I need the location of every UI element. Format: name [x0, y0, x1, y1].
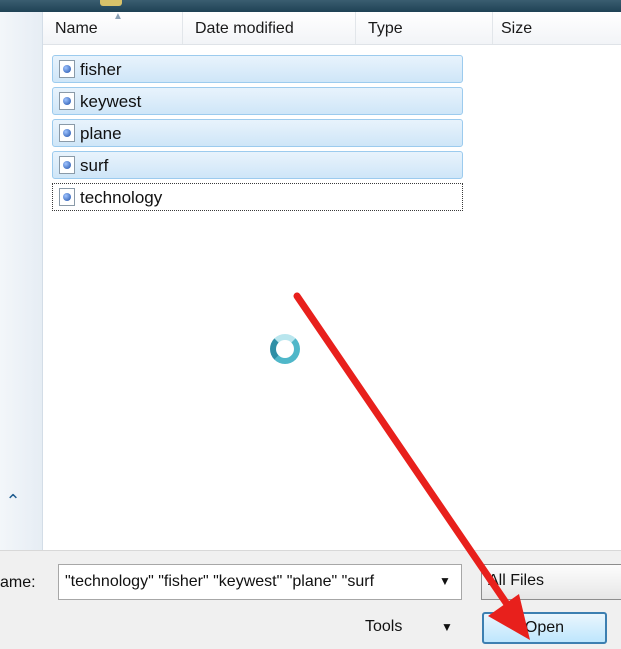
file-row-technology[interactable]: technology [52, 183, 463, 211]
file-name-label: ame: [0, 574, 36, 591]
file-row-keywest[interactable]: keywest [52, 87, 463, 115]
file-name: keywest [80, 92, 142, 111]
file-name: technology [80, 188, 163, 207]
file-rows: fisher keywest plane surf technology [52, 55, 465, 215]
column-header-type[interactable]: Type [356, 12, 493, 44]
column-header-type-label: Type [368, 20, 403, 37]
file-row-fisher[interactable]: fisher [52, 55, 463, 83]
file-row-surf[interactable]: surf [52, 151, 463, 179]
file-name-value: "technology" "fisher" "keywest" "plane" … [65, 573, 375, 590]
open-button-label: Open [524, 619, 565, 636]
chevron-up-icon[interactable]: ⌃ [2, 490, 24, 512]
column-header-size[interactable]: Size [493, 12, 621, 44]
chevron-down-icon[interactable]: ▼ [437, 573, 453, 589]
file-row-plane[interactable]: plane [52, 119, 463, 147]
file-name: surf [80, 156, 109, 175]
image-file-icon [59, 188, 75, 206]
chevron-down-icon[interactable]: ▼ [441, 611, 453, 643]
tools-menu[interactable]: Tools [365, 611, 402, 643]
image-file-icon [59, 60, 75, 78]
dialog-footer: ame: "technology" "fisher" "keywest" "pl… [0, 550, 621, 649]
open-button[interactable]: Open [482, 612, 607, 644]
column-header-date-label: Date modified [195, 20, 294, 37]
image-file-icon [59, 92, 75, 110]
file-name-input[interactable]: "technology" "fisher" "keywest" "plane" … [58, 564, 462, 600]
spinner-icon [270, 334, 300, 364]
column-header-name[interactable]: ▲ Name [43, 11, 183, 44]
column-header-name-label: Name [55, 20, 98, 37]
file-type-select[interactable]: All Files [481, 564, 621, 600]
file-list: ▲ Name Date modified Type Size fisher ke… [43, 11, 621, 550]
file-name: fisher [80, 60, 122, 79]
folder-icon [100, 0, 122, 6]
column-header-size-label: Size [501, 20, 533, 37]
image-file-icon [59, 156, 75, 174]
image-file-icon [59, 124, 75, 142]
file-type-value: All Files [488, 572, 545, 589]
window-top-bar [0, 0, 621, 12]
navigation-pane: ⌃ [0, 12, 43, 550]
file-name: plane [80, 124, 122, 143]
column-header-date-modified[interactable]: Date modified [183, 12, 356, 44]
column-headers: ▲ Name Date modified Type Size [43, 11, 621, 45]
sort-ascending-icon: ▲ [113, 11, 123, 22]
